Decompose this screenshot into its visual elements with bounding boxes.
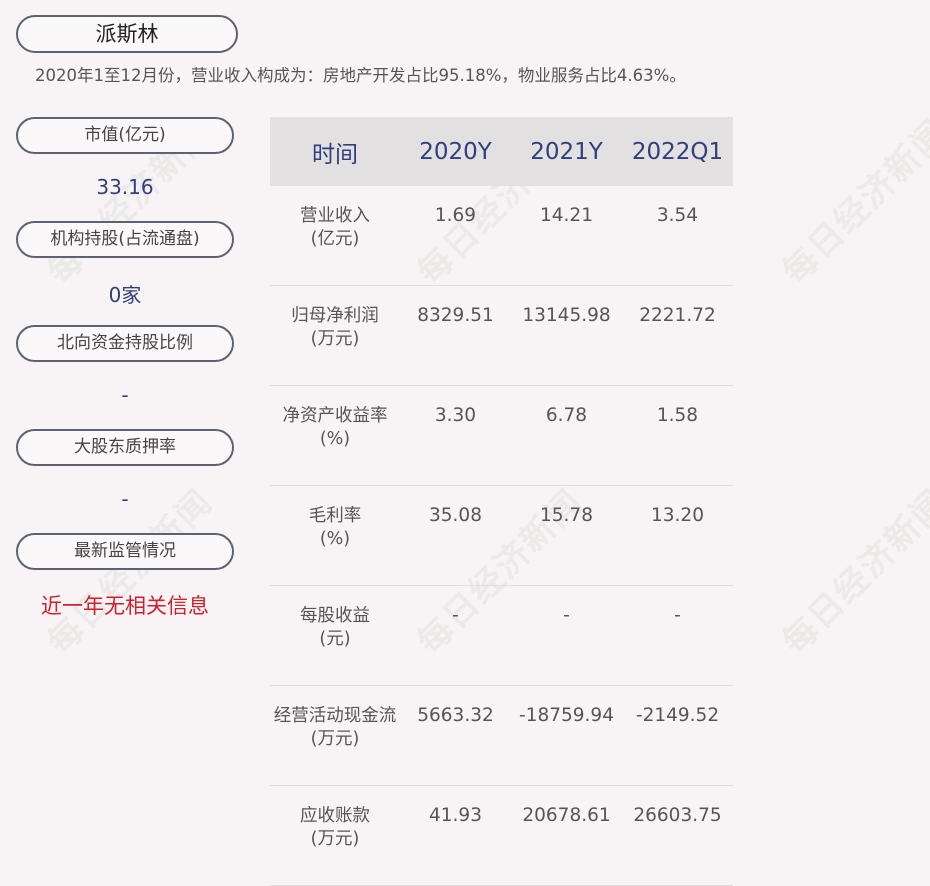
table-cell: -18759.94 — [511, 685, 622, 786]
metric-unit: (万元) — [310, 329, 360, 349]
table-cell: 2221.72 — [622, 285, 733, 386]
watermark-text: 每日经济新闻 — [774, 111, 930, 293]
table-cell: - — [511, 585, 622, 686]
table-row: 应收账款 (万元) 41.93 20678.61 26603.75 — [270, 785, 733, 886]
metric-name: 净资产收益率 — [282, 406, 388, 426]
metric-unit: (万元) — [310, 729, 360, 749]
table-cell: 3.54 — [622, 186, 733, 286]
metric-name: 应收账款 — [300, 806, 370, 826]
regulatory-status-value: 近一年无相关信息 — [41, 594, 209, 618]
table-row: 归母净利润 (万元) 8329.51 13145.98 2221.72 — [270, 285, 733, 386]
institutional-holding-label: 机构持股(占流通盘) — [16, 221, 234, 258]
watermark-text: 每日经济新闻 — [774, 481, 930, 663]
metric-unit: (%) — [319, 529, 351, 549]
table-cell: 35.08 — [400, 485, 511, 586]
table-cell: 26603.75 — [622, 785, 733, 886]
market-cap-label: 市值(亿元) — [16, 117, 234, 154]
table-header-row: 时间 2020Y 2021Y 2022Q1 — [270, 117, 733, 186]
table-cell: 20678.61 — [511, 785, 622, 886]
column-header-2021y: 2021Y — [511, 117, 622, 186]
metric-unit: (亿元) — [310, 229, 360, 249]
row-label: 每股收益 (元) — [270, 585, 400, 686]
table-row: 毛利率 (%) 35.08 15.78 13.20 — [270, 485, 733, 586]
metric-name: 毛利率 — [308, 506, 362, 526]
row-label: 归母净利润 (万元) — [270, 285, 400, 386]
column-header-2020y: 2020Y — [400, 117, 511, 186]
metric-name: 营业收入 — [300, 206, 370, 226]
table-cell: 41.93 — [400, 785, 511, 886]
major-shareholder-pledge-value: - — [121, 487, 129, 511]
metric-unit: (万元) — [310, 829, 360, 849]
metric-unit: (元) — [319, 629, 351, 649]
metric-name: 经营活动现金流 — [273, 706, 397, 726]
table-cell: 1.69 — [400, 186, 511, 286]
table-row: 净资产收益率 (%) 3.30 6.78 1.58 — [270, 385, 733, 486]
table-cell: 13.20 — [622, 485, 733, 586]
financial-table: 时间 2020Y 2021Y 2022Q1 营业收入 (亿元) 1.69 14.2… — [270, 117, 733, 886]
metric-name: 归母净利润 — [291, 306, 379, 326]
metric-unit: (%) — [319, 429, 351, 449]
institutional-holding-value: 0家 — [108, 283, 142, 307]
table-cell: -2149.52 — [622, 685, 733, 786]
row-label: 经营活动现金流 (万元) — [270, 685, 400, 786]
table-cell: 8329.51 — [400, 285, 511, 386]
revenue-composition-note: 2020年1至12月份，营业收入构成为：房地产开发占比95.18%，物业服务占比… — [35, 66, 686, 85]
table-cell: - — [400, 585, 511, 686]
northbound-holding-value: - — [121, 383, 129, 407]
company-name: 派斯林 — [16, 15, 238, 53]
northbound-holding-label: 北向资金持股比例 — [16, 325, 234, 362]
table-cell: 6.78 — [511, 385, 622, 486]
row-label: 毛利率 (%) — [270, 485, 400, 586]
row-label: 应收账款 (万元) — [270, 785, 400, 886]
column-header-time: 时间 — [270, 117, 400, 186]
table-cell: 3.30 — [400, 385, 511, 486]
table-cell: 13145.98 — [511, 285, 622, 386]
metric-name: 每股收益 — [300, 606, 370, 626]
table-cell: 15.78 — [511, 485, 622, 586]
row-label: 净资产收益率 (%) — [270, 385, 400, 486]
column-header-2022q1: 2022Q1 — [622, 117, 733, 186]
table-row: 营业收入 (亿元) 1.69 14.21 3.54 — [270, 186, 733, 286]
market-cap-value: 33.16 — [96, 175, 154, 199]
table-row: 每股收益 (元) - - - — [270, 585, 733, 686]
major-shareholder-pledge-label: 大股东质押率 — [16, 429, 234, 466]
row-label: 营业收入 (亿元) — [270, 186, 400, 286]
table-cell: - — [622, 585, 733, 686]
table-cell: 5663.32 — [400, 685, 511, 786]
regulatory-status-label: 最新监管情况 — [16, 533, 234, 570]
table-cell: 14.21 — [511, 186, 622, 286]
table-row: 经营活动现金流 (万元) 5663.32 -18759.94 -2149.52 — [270, 685, 733, 786]
table-cell: 1.58 — [622, 385, 733, 486]
